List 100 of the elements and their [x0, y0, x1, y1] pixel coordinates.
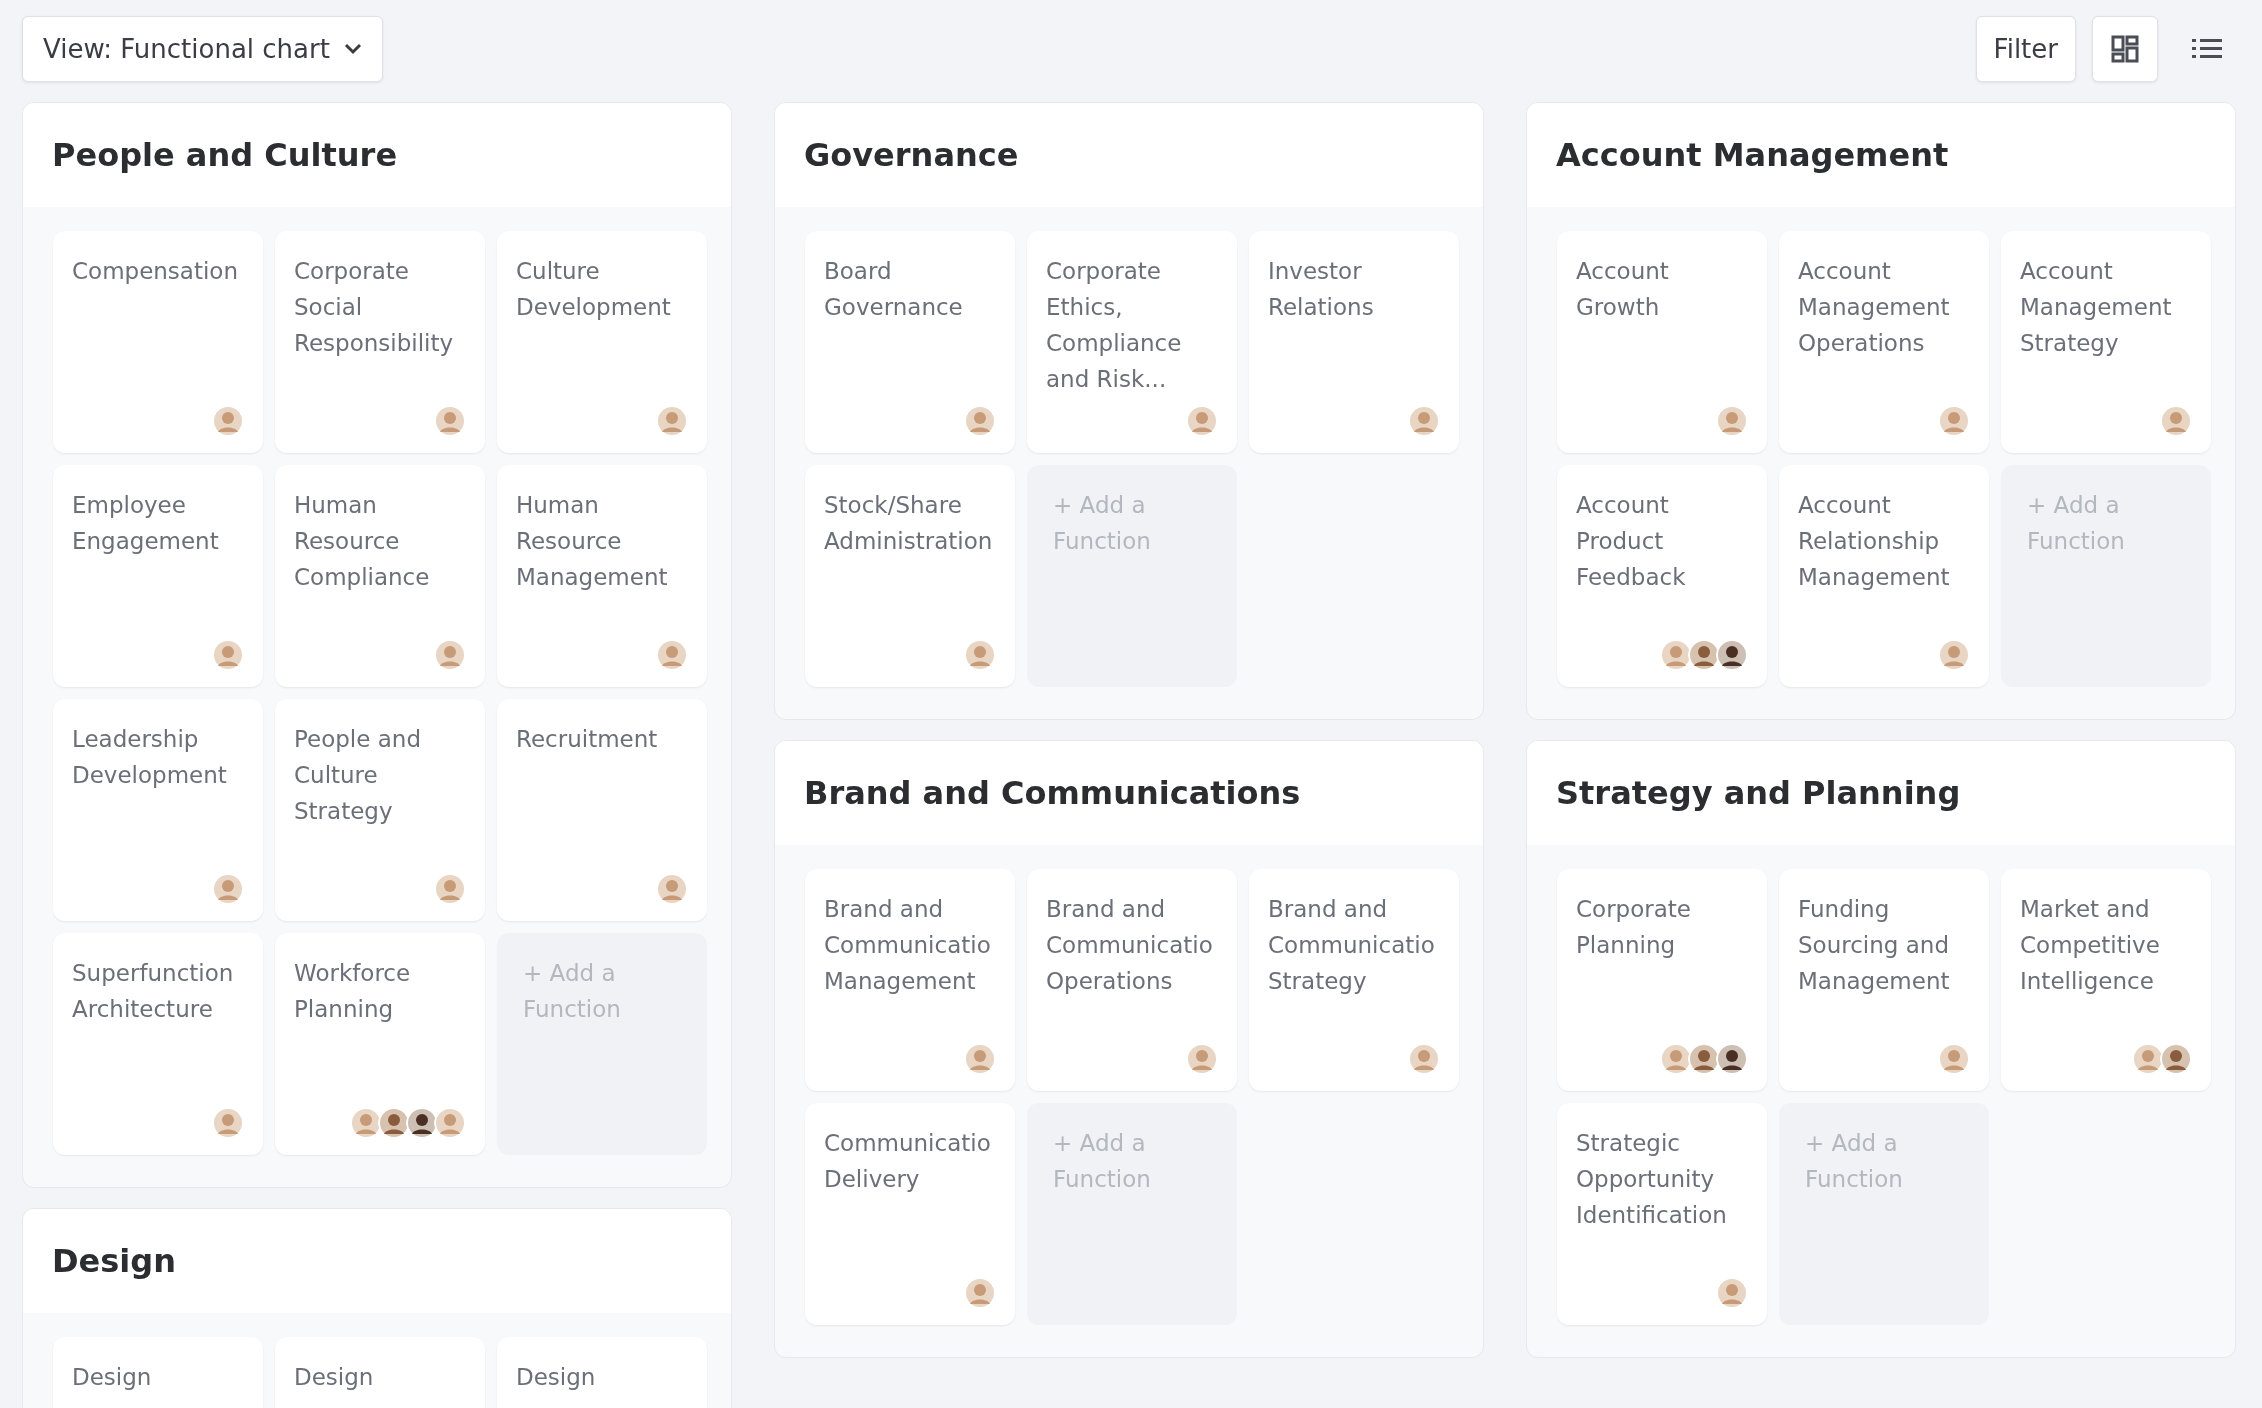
filter-button[interactable]: Filter: [1975, 15, 2076, 82]
avatar: [1186, 405, 1218, 437]
function-card[interactable]: Board Governance: [805, 231, 1015, 453]
avatar: [964, 1277, 996, 1309]
avatar: [1660, 639, 1692, 671]
function-title: Human Resource Compliance: [294, 491, 431, 592]
list-view-icon: [2192, 36, 2222, 61]
function-card[interactable]: Corporate Planning: [1557, 869, 1767, 1091]
function-card[interactable]: Leadership Development: [53, 699, 263, 921]
view-toggle-button[interactable]: [2092, 15, 2158, 82]
function-card[interactable]: Brand and Communicatio Management: [805, 869, 1015, 1091]
function-card[interactable]: Corporate Social Responsibility: [275, 231, 485, 453]
function-card[interactable]: Brand and Communicatio Operations: [1027, 869, 1237, 1091]
function-title: Market and Competitive Intelligence: [2020, 895, 2161, 996]
function-card[interactable]: Stock/Share Administration: [805, 465, 1015, 687]
avatar: [1716, 639, 1748, 671]
function-card[interactable]: Human Resource Compliance: [275, 465, 485, 687]
function-title: Account Product Feedback: [1576, 491, 1687, 592]
function-card[interactable]: Recruitment: [497, 699, 707, 921]
function-title: Account Growth: [1576, 257, 1670, 322]
avatar: [212, 873, 244, 905]
function-card[interactable]: Compensation: [53, 231, 263, 453]
section-title: Account Management: [1556, 136, 1949, 174]
avatar: [1716, 1277, 1748, 1309]
function-card[interactable]: Communicatio Delivery: [805, 1103, 1015, 1325]
chevron-down-icon: [343, 42, 362, 55]
function-card[interactable]: People and Culture Strategy: [275, 699, 485, 921]
add-function-label: + Add a Function: [1804, 1129, 1904, 1194]
function-card[interactable]: Human Resource Management: [497, 465, 707, 687]
function-card[interactable]: Culture Development: [497, 231, 707, 453]
function-title: Communicatio Delivery: [824, 1129, 992, 1194]
avatar: [1660, 1043, 1692, 1075]
avatar: [964, 1043, 996, 1075]
avatar: [406, 1107, 438, 1139]
function-title: Brand and Communicatio Management: [824, 895, 992, 996]
function-title: Funding Sourcing and Management: [1798, 895, 1951, 996]
avatar: [2160, 405, 2192, 437]
avatar: [1688, 1043, 1720, 1075]
avatar: [434, 405, 466, 437]
function-card[interactable]: Account Relationship Management: [1779, 465, 1989, 687]
avatar: [1938, 1043, 1970, 1075]
function-title: Account Management Strategy: [2020, 257, 2173, 358]
function-card[interactable]: Design: [53, 1337, 263, 1408]
view-select[interactable]: View: Functional chart: [22, 15, 383, 82]
function-card[interactable]: Investor Relations: [1249, 231, 1459, 453]
section-title: Brand and Communications: [804, 774, 1301, 812]
avatar: [656, 873, 688, 905]
add-function-label: + Add a Function: [1052, 1129, 1152, 1194]
add-function-label: + Add a Function: [2026, 491, 2126, 556]
function-title: Design: [294, 1363, 375, 1392]
function-title: Design: [516, 1363, 597, 1392]
function-card[interactable]: Design: [275, 1337, 485, 1408]
function-title: Stock/Share Administration: [824, 491, 994, 556]
function-title: Leadership Development: [72, 725, 228, 790]
function-title: Account Relationship Management: [1798, 491, 1951, 592]
section-title: People and Culture: [52, 136, 398, 174]
function-card[interactable]: Account Management Strategy: [2001, 231, 2211, 453]
avatar: [1716, 1043, 1748, 1075]
avatar: [350, 1107, 382, 1139]
avatar: [1938, 639, 1970, 671]
function-title: Strategic Opportunity Identification: [1576, 1129, 1728, 1230]
function-card[interactable]: Strategic Opportunity Identification: [1557, 1103, 1767, 1325]
function-card[interactable]: Superfunction Architecture: [53, 933, 263, 1155]
avatar: [212, 405, 244, 437]
avatar: [434, 873, 466, 905]
function-title: Investor Relations: [1268, 257, 1375, 322]
avatar: [1408, 1043, 1440, 1075]
avatar: [656, 639, 688, 671]
function-title: Brand and Communicatio Strategy: [1268, 895, 1436, 996]
function-card[interactable]: Account Product Feedback: [1557, 465, 1767, 687]
function-card[interactable]: Account Management Operations: [1779, 231, 1989, 453]
function-card[interactable]: Workforce Planning: [275, 933, 485, 1155]
grid-view-icon: [2111, 34, 2139, 63]
function-title: Design: [72, 1363, 153, 1392]
function-title: Recruitment: [516, 725, 659, 754]
function-card[interactable]: Brand and Communicatio Strategy: [1249, 869, 1459, 1091]
function-card[interactable]: Funding Sourcing and Management: [1779, 869, 1989, 1091]
function-title: Culture Development: [516, 257, 672, 322]
section-title: Design: [52, 1242, 176, 1280]
avatar: [1688, 639, 1720, 671]
avatar: [212, 639, 244, 671]
avatar: [2160, 1043, 2192, 1075]
function-title: Compensation: [72, 257, 239, 286]
avatar: [964, 405, 996, 437]
avatar: [1408, 405, 1440, 437]
function-title: Account Management Operations: [1798, 257, 1951, 358]
function-title: Board Governance: [824, 257, 964, 322]
avatar: [2132, 1043, 2164, 1075]
function-card[interactable]: Corporate Ethics, Compliance and Risk...: [1027, 231, 1237, 453]
function-card[interactable]: Account Growth: [1557, 231, 1767, 453]
function-card[interactable]: Design: [497, 1337, 707, 1408]
function-card[interactable]: Market and Competitive Intelligence: [2001, 869, 2211, 1091]
avatar: [1716, 405, 1748, 437]
function-title: Employee Engagement: [72, 491, 220, 556]
avatar: [434, 1107, 466, 1139]
add-function-label: + Add a Function: [522, 959, 622, 1024]
avatar: [1938, 405, 1970, 437]
function-card[interactable]: Employee Engagement: [53, 465, 263, 687]
function-title: Human Resource Management: [516, 491, 669, 592]
avatar: [1186, 1043, 1218, 1075]
